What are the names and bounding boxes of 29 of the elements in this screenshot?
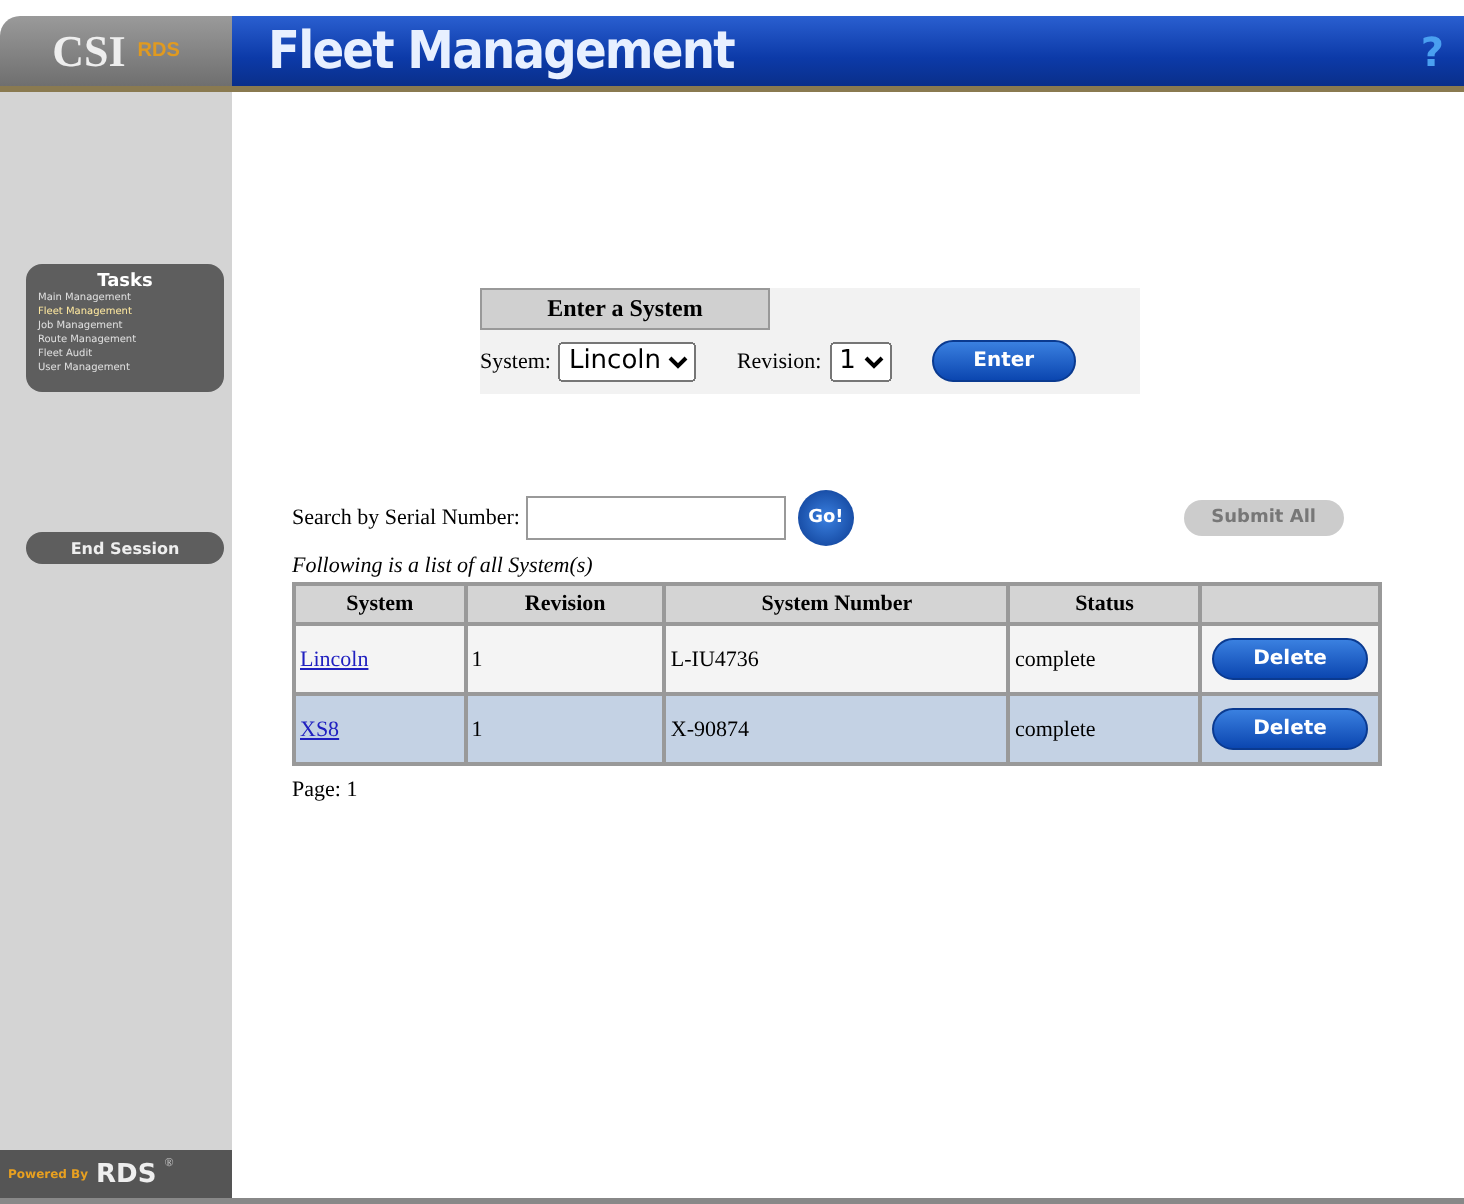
tasks-title: Tasks	[95, 272, 155, 292]
column-header: Status	[1008, 584, 1200, 624]
end-session-button[interactable]: End Session	[26, 532, 224, 564]
serial-search-field[interactable]	[525, 496, 786, 540]
help-link[interactable]: ?	[1420, 27, 1444, 75]
brand-text: RDS	[96, 1159, 157, 1189]
search-label: Search by Serial Number:	[292, 506, 520, 530]
revision-dropdown[interactable]: 1	[829, 341, 892, 381]
table-cell: 1	[465, 694, 665, 764]
delete-button[interactable]: Delete	[1211, 708, 1369, 750]
column-header: System Number	[664, 584, 1009, 624]
table-cell: complete	[1008, 694, 1200, 764]
system-link[interactable]: Lincoln	[300, 647, 369, 671]
delete-button[interactable]: Delete	[1211, 638, 1369, 680]
go-button[interactable]: Go!	[797, 490, 854, 546]
list-caption: Following is a list of all System(s)	[292, 554, 595, 578]
system-label: System:	[480, 349, 551, 373]
column-header: Revision	[465, 584, 665, 624]
page-title: Fleet Management	[268, 21, 734, 81]
revision-label: Revision:	[736, 349, 822, 373]
system-dropdown[interactable]: Lincoln	[558, 341, 697, 381]
panel-title: Enter a System	[480, 288, 770, 330]
logo-text: CSI	[52, 25, 126, 77]
table-cell: X-90874	[664, 694, 1009, 764]
enter-button[interactable]: Enter	[931, 340, 1077, 382]
column-header: System	[294, 584, 466, 624]
system-link[interactable]: XS8	[300, 717, 340, 741]
logo-suffix: RDS	[137, 40, 180, 62]
page-indicator: Page: 1	[292, 778, 360, 802]
